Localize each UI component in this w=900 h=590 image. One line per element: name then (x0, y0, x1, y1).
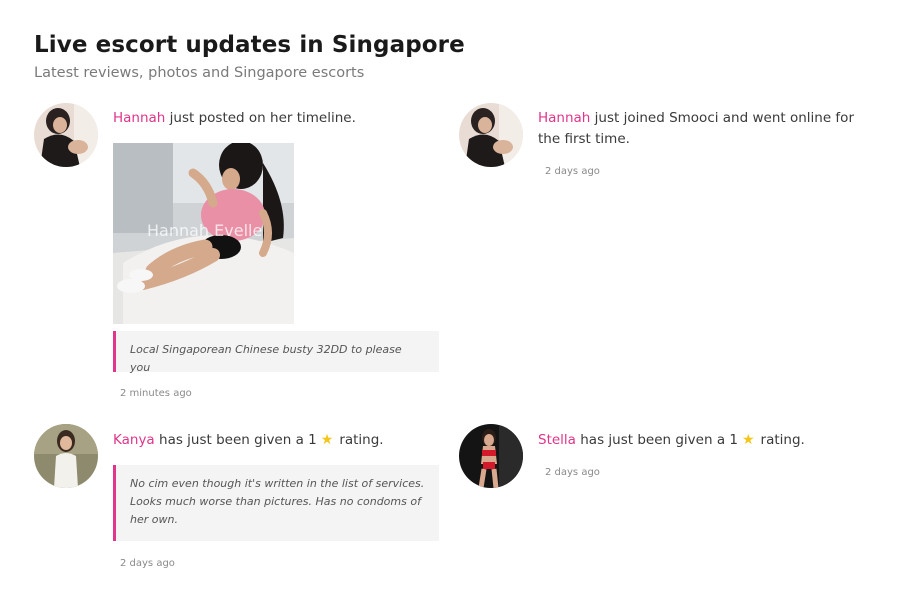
feed-text: Hannah just posted on her timeline. (113, 108, 433, 129)
avatar[interactable] (34, 103, 98, 167)
feed-action-text: has just been given a 1 (580, 432, 738, 448)
star-icon: ★ (741, 432, 755, 448)
feed-text: Stella has just been given a 1 ★ rating. (538, 430, 868, 451)
quote-text: Local Singaporean Chinese busty 32DD to … (130, 343, 402, 374)
feed-text: Kanya has just been given a 1 ★ rating. (113, 430, 443, 451)
timestamp: 2 days ago (545, 166, 600, 177)
photo-watermark: Hannah Evelle (147, 221, 263, 240)
timestamp: 2 days ago (120, 558, 175, 569)
quote-box: Local Singaporean Chinese busty 32DD to … (113, 331, 439, 374)
profile-link-kanya[interactable]: Kanya (113, 432, 155, 448)
review-quote-box: No cim even though it's written in the l… (113, 465, 439, 541)
avatar[interactable] (459, 103, 523, 167)
rating-suffix: rating. (760, 432, 805, 448)
rating-suffix: rating. (339, 432, 384, 448)
review-text: No cim even though it's written in the l… (130, 477, 425, 526)
profile-link-hannah[interactable]: Hannah (113, 110, 165, 126)
feed-action-text: just posted on her timeline. (169, 110, 356, 126)
timestamp: 2 minutes ago (120, 388, 192, 399)
timestamp: 2 days ago (545, 467, 600, 478)
avatar[interactable] (459, 424, 523, 488)
feed-action-text: has just been given a 1 (159, 432, 317, 448)
timeline-photo[interactable]: Hannah Evelle (113, 143, 294, 324)
avatar[interactable] (34, 424, 98, 488)
profile-link-hannah[interactable]: Hannah (538, 110, 590, 126)
feed-text: Hannah just joined Smooci and went onlin… (538, 108, 863, 150)
profile-link-stella[interactable]: Stella (538, 432, 576, 448)
page-title: Live escort updates in Singapore (34, 32, 465, 58)
page-subtitle: Latest reviews, photos and Singapore esc… (34, 65, 365, 81)
star-icon: ★ (320, 432, 334, 448)
